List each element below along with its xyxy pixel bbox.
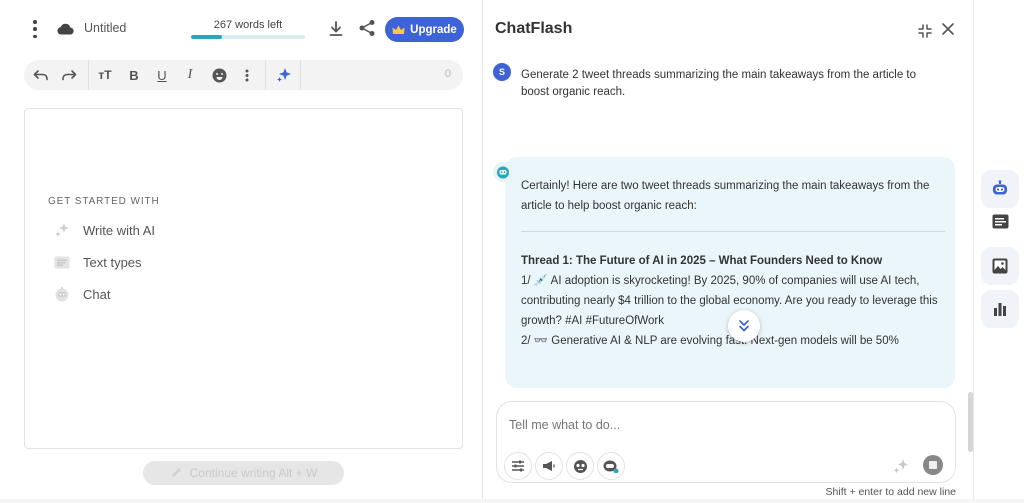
text-types-label: Text types [83,254,142,270]
megaphone-icon [543,461,555,471]
bold-icon[interactable]: B [125,66,143,84]
sparkle-icon [53,221,71,239]
continue-writing-label: Continue writing Alt + W [189,466,318,480]
stop-icon [929,461,937,469]
double-chevron-down-icon [739,320,749,332]
redo-icon[interactable] [60,66,78,84]
model-icon [603,460,619,473]
text-types-option[interactable]: Text types [53,252,142,272]
brand-voice-button[interactable] [535,452,563,480]
assistant-intro: Certainly! Here are two tweet threads su… [521,180,930,212]
persona-icon [573,459,587,473]
input-hint: Shift + enter to add new line [825,486,956,498]
word-usage-progress-fill [191,35,222,39]
chat-option[interactable]: Chat [53,284,110,304]
word-usage-progress [191,35,305,39]
download-icon[interactable] [328,20,344,38]
robot-icon [993,180,1007,195]
image-icon [992,258,1008,274]
ai-sparkle-icon[interactable] [275,66,293,84]
text-size-icon[interactable]: тT [96,66,114,84]
chat-panel: ChatFlash S Generate 2 tweet threads sum… [483,0,973,503]
thread-heading: Thread 1: The Future of AI in 2025 – Wha… [521,255,883,267]
bar-chart-icon [994,303,1006,316]
emoji-icon[interactable] [210,66,228,84]
scroll-to-bottom-button[interactable] [728,310,760,342]
rail-image-button[interactable] [981,247,1019,285]
stop-button[interactable] [923,455,943,475]
rail-text-types-button[interactable] [981,202,1019,240]
chat-bot-icon [53,285,71,303]
editor-pane: Untitled 267 words left Upgrade тT B U I [0,0,482,503]
share-icon[interactable] [358,19,376,37]
pen-icon [171,468,181,477]
write-with-ai-option[interactable]: Write with AI [53,220,155,240]
italic-icon[interactable]: I [181,66,199,84]
toolbar-divider [300,60,301,90]
continue-writing-button[interactable]: Continue writing Alt + W [143,461,344,485]
undo-icon[interactable] [32,66,50,84]
cloud-icon [57,23,74,35]
document-title[interactable]: Untitled [84,21,126,35]
chat-input[interactable] [509,418,889,432]
sliders-icon [512,460,524,472]
toolbar-divider [265,60,266,90]
assistant-avatar-icon [493,162,513,182]
sparkle-icon[interactable] [892,457,910,475]
chat-title: ChatFlash [495,20,573,37]
bottom-edge [0,499,1024,503]
formatting-toolbar: тT B U I 0 [24,60,463,90]
rail-divider [973,0,974,503]
document-list-icon [992,214,1008,228]
collapse-icon[interactable] [918,24,932,38]
upgrade-label: Upgrade [410,23,457,36]
crown-icon [392,25,405,34]
underline-icon[interactable]: U [153,66,171,84]
chat-input-box [496,401,956,483]
text-types-icon [53,253,71,271]
close-icon[interactable] [941,22,955,36]
character-count: 0 [444,68,451,80]
words-left-label: 267 words left [213,19,283,31]
upgrade-button[interactable]: Upgrade [385,17,464,42]
editor-header: Untitled 267 words left Upgrade [0,0,482,58]
more-menu-icon[interactable] [28,20,42,38]
write-with-ai-label: Write with AI [83,222,156,238]
personality-button[interactable] [566,452,594,480]
message-divider [521,231,945,232]
settings-sliders-button[interactable] [504,452,532,480]
user-message: Generate 2 tweet threads summarizing the… [521,69,917,98]
assistant-message-bubble: Certainly! Here are two tweet threads su… [505,157,955,388]
toolbar-divider [88,60,89,90]
editor-area[interactable]: GET STARTED WITH Write with AI Text type… [24,108,463,449]
chat-label: Chat [83,286,111,302]
get-started-label: GET STARTED WITH [48,196,160,207]
model-button[interactable] [597,452,625,480]
more-options-icon[interactable] [238,66,256,84]
rail-analytics-button[interactable] [981,290,1019,328]
user-avatar: S [493,63,511,81]
